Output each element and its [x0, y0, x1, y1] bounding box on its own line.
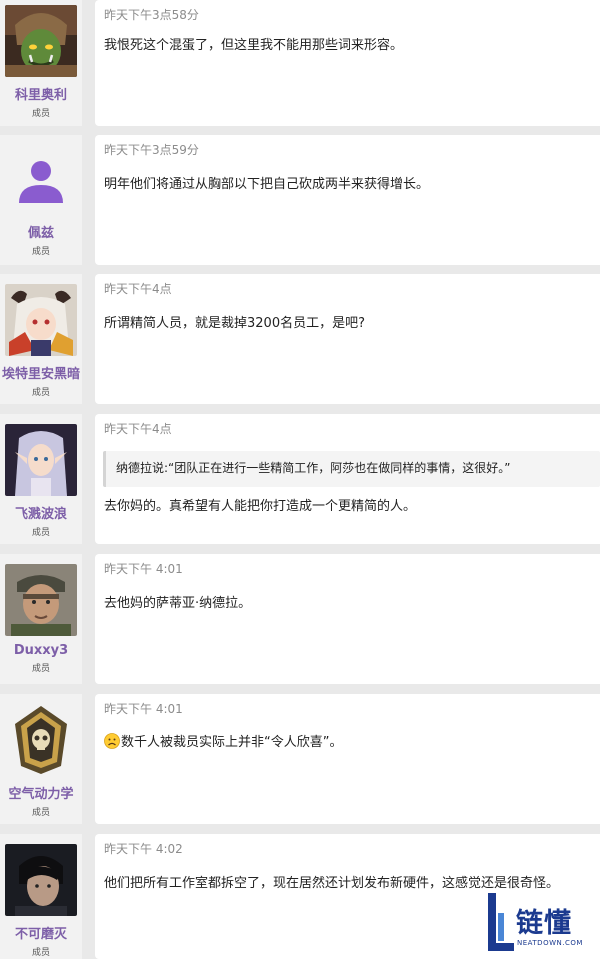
user-info: 不可磨灭 成员	[0, 834, 82, 959]
message-text: 所谓精简人员，就是裁掉3200名员工，是吧?	[104, 316, 365, 331]
message-card: 昨天下午4点 所谓精简人员，就是裁掉3200名员工，是吧?	[95, 274, 600, 404]
message-text: 去他妈的萨蒂亚·纳德拉。	[104, 596, 252, 611]
post: 埃特里安黑暗 成员 昨天下午4点 所谓精简人员，就是裁掉3200名员工，是吧?	[0, 274, 600, 404]
user-role: 成员	[31, 664, 50, 674]
timestamp[interactable]: 昨天下午3点59分	[104, 141, 199, 158]
soldier-avatar-icon	[5, 564, 77, 636]
user-role: 成员	[31, 247, 50, 257]
avatar[interactable]	[5, 284, 77, 356]
message-card: 昨天下午 4:01 去他妈的萨蒂亚·纳德拉。	[95, 554, 600, 684]
user-info: 飞溅波浪 成员	[0, 414, 82, 544]
post: 科里奥利 成员 昨天下午3点58分 我恨死这个混蛋了，但这里我不能用那些词来形容…	[0, 0, 600, 126]
timestamp[interactable]: 昨天下午4点	[104, 420, 172, 437]
message-text: 数千人被裁员实际上并非“令人欣喜”。	[104, 731, 342, 750]
watermark-domain: NEATDOWN.COM	[517, 939, 583, 947]
timestamp[interactable]: 昨天下午 4:01	[104, 700, 183, 717]
username[interactable]: 埃特里安黑暗	[2, 363, 80, 382]
user-info: 埃特里安黑暗 成员	[0, 274, 82, 404]
user-role: 成员	[31, 948, 50, 958]
message-text: 他们把所有工作室都拆空了，现在居然还计划发布新硬件，这感觉还是很奇怪。	[104, 876, 560, 891]
watermark-logo-text: 链懂	[516, 908, 572, 939]
skull-emblem-avatar-icon	[5, 704, 77, 776]
site-watermark: 链懂 NEATDOWN.COM	[486, 891, 600, 959]
timestamp[interactable]: 昨天下午3点58分	[104, 6, 199, 23]
avatar[interactable]	[5, 704, 77, 776]
avatar[interactable]	[5, 143, 77, 215]
user-info: 佩兹 成员	[0, 135, 82, 265]
elf-girl-avatar-icon	[5, 424, 77, 496]
watermark-logo-icon	[488, 893, 514, 951]
message-text: 我恨死这个混蛋了，但这里我不能用那些词来形容。	[104, 38, 404, 53]
username[interactable]: 不可磨灭	[15, 923, 67, 942]
anime-horned-girl-avatar-icon	[5, 284, 77, 356]
quote-block: 纳德拉说:“团队正在进行一些精简工作，阿莎也在做同样的事情，这很好。”	[103, 451, 600, 487]
message-text: 明年他们将通过从胸部以下把自己砍成两半来获得增长。	[104, 177, 430, 192]
timestamp[interactable]: 昨天下午 4:02	[104, 840, 183, 857]
user-role: 成员	[31, 109, 50, 119]
post: 佩兹 成员 昨天下午3点59分 明年他们将通过从胸部以下把自己砍成两半来获得增长…	[0, 135, 600, 265]
avatar[interactable]	[5, 5, 77, 77]
message-card: 昨天下午3点58分 我恨死这个混蛋了，但这里我不能用那些词来形容。	[95, 0, 600, 126]
post: 空气动力学 成员 昨天下午 4:01 数千人被裁员实际上并非“令人欣喜”。	[0, 694, 600, 824]
avatar[interactable]	[5, 564, 77, 636]
post: Duxxy3 成员 昨天下午 4:01 去他妈的萨蒂亚·纳德拉。	[0, 554, 600, 684]
comment-thread: 科里奥利 成员 昨天下午3点58分 我恨死这个混蛋了，但这里我不能用那些词来形容…	[0, 0, 600, 959]
message-text: 去你妈的。真希望有人能把你打造成一个更精简的人。	[104, 499, 417, 514]
avatar[interactable]	[5, 424, 77, 496]
username[interactable]: 科里奥利	[15, 84, 67, 103]
sad-face-emoji-icon	[104, 733, 120, 749]
message-card: 昨天下午3点59分 明年他们将通过从胸部以下把自己砍成两半来获得增长。	[95, 135, 600, 265]
username[interactable]: Duxxy3	[14, 643, 68, 658]
timestamp[interactable]: 昨天下午 4:01	[104, 560, 183, 577]
avatar[interactable]	[5, 844, 77, 916]
user-role: 成员	[31, 808, 50, 818]
user-role: 成员	[31, 388, 50, 398]
username[interactable]: 飞溅波浪	[15, 503, 67, 522]
message-card: 昨天下午4点 纳德拉说:“团队正在进行一些精简工作，阿莎也在做同样的事情，这很好…	[95, 414, 600, 544]
username[interactable]: 佩兹	[28, 222, 54, 241]
message-text-content: 数千人被裁员实际上并非“令人欣喜”。	[121, 735, 343, 750]
username[interactable]: 空气动力学	[8, 783, 73, 802]
user-info: Duxxy3 成员	[0, 554, 82, 684]
user-role: 成员	[31, 528, 50, 538]
user-info: 空气动力学 成员	[0, 694, 82, 824]
timestamp[interactable]: 昨天下午4点	[104, 280, 172, 297]
orc-warrior-avatar-icon	[5, 5, 77, 77]
user-info: 科里奥利 成员	[0, 0, 82, 126]
message-card: 昨天下午 4:01 数千人被裁员实际上并非“令人欣喜”。	[95, 694, 600, 824]
post: 飞溅波浪 成员 昨天下午4点 纳德拉说:“团队正在进行一些精简工作，阿莎也在做同…	[0, 414, 600, 544]
default-person-icon	[5, 143, 77, 215]
dark-hair-man-avatar-icon	[5, 844, 77, 916]
